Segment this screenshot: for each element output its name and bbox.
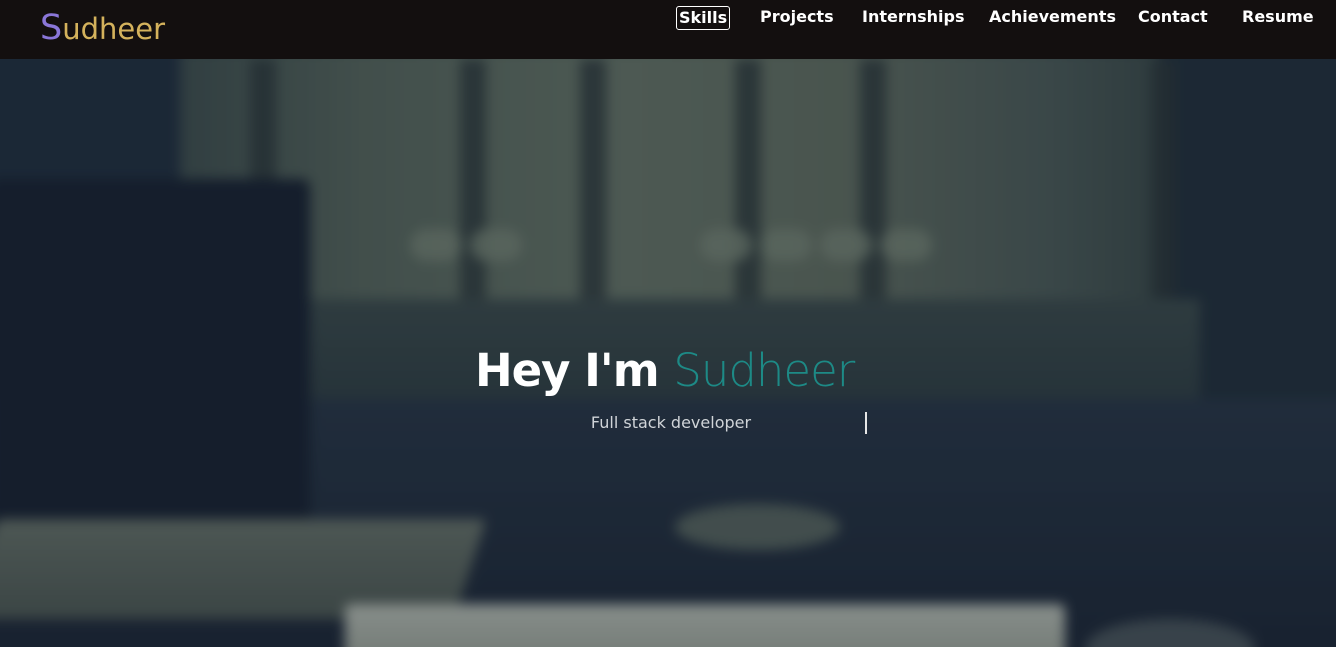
nav-link-skills[interactable]: Skills [676,6,731,30]
logo-text: udheer [62,12,165,46]
logo-initial: S [40,8,63,48]
hero-subtitle: Full stack developer [590,413,752,432]
hero-section: Hey I'm Sudheer Full stack developer [0,59,1336,647]
nav-link-projects[interactable]: Projects [760,6,834,30]
nav-link-resume[interactable]: Resume [1242,6,1314,30]
navbar: Sudheer Skills Projects Internships Achi… [0,0,1336,59]
nav-link-contact[interactable]: Contact [1138,6,1208,30]
site-logo[interactable]: Sudheer [40,8,165,49]
hero-title-lead: Hey I'm [475,344,660,397]
typing-cursor [865,412,867,434]
hero-title-name: Sudheer [673,344,855,397]
hero-title: Hey I'm Sudheer [475,341,895,401]
nav-link-achievements[interactable]: Achievements [989,6,1116,30]
nav-link-internships[interactable]: Internships [862,6,965,30]
